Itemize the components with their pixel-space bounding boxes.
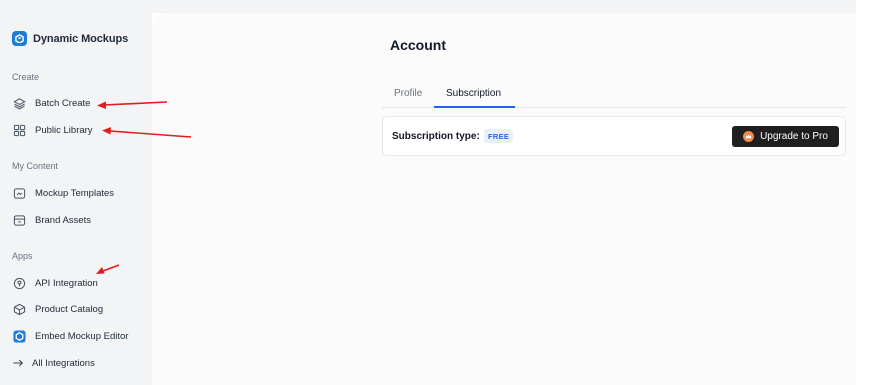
crown-icon <box>743 131 755 142</box>
sidebar-item-label: Product Catalog <box>35 303 104 315</box>
api-icon <box>12 276 26 290</box>
sidebar-item-label: Batch Create <box>35 97 91 109</box>
sidebar-item-label: All Integrations <box>32 357 95 369</box>
sidebar-item-brand-assets[interactable]: Brand Assets <box>12 213 91 227</box>
app-logo-icon <box>12 329 26 343</box>
section-label-create: Create <box>12 72 40 82</box>
brand[interactable]: Dynamic Mockups <box>12 31 128 46</box>
plan-badge: FREE <box>484 129 514 143</box>
section-label-my-content: My Content <box>12 161 59 171</box>
sidebar-item-batch-create[interactable]: Batch Create <box>12 96 90 110</box>
sidebar-item-embed-mockup-editor[interactable]: Embed Mockup Editor <box>12 329 128 343</box>
tab-subscription[interactable]: Subscription <box>446 88 501 99</box>
tab-bar: Profile Subscription <box>382 83 846 108</box>
sidebar-item-public-library[interactable]: Public Library <box>12 123 93 137</box>
sidebar: Dynamic Mockups Create Batch Create Publ… <box>0 0 152 385</box>
tab-profile[interactable]: Profile <box>394 88 422 99</box>
sidebar-item-product-catalog[interactable]: Product Catalog <box>12 302 103 316</box>
brand-name: Dynamic Mockups <box>33 32 129 45</box>
sidebar-item-api-integration[interactable]: API Integration <box>12 276 98 290</box>
grid-icon <box>12 123 26 137</box>
layers-icon <box>12 96 26 110</box>
cube-icon <box>12 302 26 316</box>
top-band <box>152 0 884 13</box>
template-icon <box>12 186 26 200</box>
upgrade-to-pro-button[interactable]: Upgrade to Pro <box>732 126 839 147</box>
upgrade-button-label: Upgrade to Pro <box>760 131 828 142</box>
right-band <box>856 0 884 385</box>
subscription-type-label: Subscription type: <box>392 131 480 142</box>
page-title: Account <box>390 37 446 53</box>
sidebar-item-label: Public Library <box>35 124 93 136</box>
sidebar-item-label: API Integration <box>35 277 98 289</box>
main-panel <box>152 13 856 385</box>
sidebar-item-label: Embed Mockup Editor <box>35 330 129 342</box>
sidebar-item-label: Brand Assets <box>35 214 91 226</box>
subscription-card: Subscription type: FREE Upgrade to Pro <box>382 116 846 156</box>
sidebar-item-label: Mockup Templates <box>35 187 115 199</box>
active-tab-indicator <box>434 106 515 108</box>
brand-logo-icon <box>12 31 27 46</box>
section-label-apps: Apps <box>12 251 33 261</box>
box-icon <box>12 213 26 227</box>
arrow-right-icon <box>12 356 24 370</box>
sidebar-item-all-integrations[interactable]: All Integrations <box>12 356 95 370</box>
sidebar-item-mockup-templates[interactable]: Mockup Templates <box>12 186 114 200</box>
